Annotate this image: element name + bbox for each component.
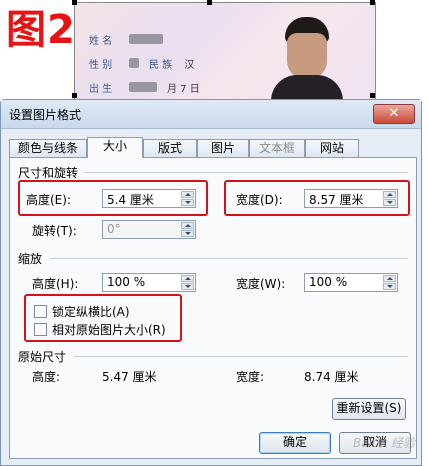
spin-down-icon[interactable] [383,283,396,290]
scale-height-spin-arrows[interactable] [181,275,194,290]
tab-colors-lines[interactable]: 颜色与线条 [9,139,87,157]
section-divider [50,258,408,259]
scale-width-spin-arrows[interactable] [383,275,396,290]
figure-label: 图2 [6,7,76,53]
card-gender-row: 性 别 民 族 汉 [89,55,200,71]
card-name-label: 姓 名 [89,35,113,47]
card-ethnicity-label: 民 族 [149,59,173,71]
rotate-value: 0° [107,222,121,236]
original-height-value: 5.47 厘米 [102,370,157,384]
rotate-label: 旋转(T): [32,224,77,238]
spin-down-icon [181,230,194,237]
spin-down-icon[interactable] [181,283,194,290]
scale-height-spinner[interactable]: 100 % [102,273,196,292]
rotate-spinner: 0° [102,220,196,239]
tab-textbox: 文本框 [249,139,305,157]
rotate-spin-arrows [181,222,194,237]
resize-handle-bottom-left[interactable] [72,93,77,98]
original-width-label: 宽度: [236,370,265,384]
id-card-image[interactable]: 姓 名 性 别 民 族 汉 出 生 月 7 日 [74,2,376,100]
portrait-photo [267,15,347,99]
original-width-value: 8.74 厘米 [304,370,359,384]
card-gender-label: 性 别 [89,59,113,71]
dialog-titlebar[interactable]: 设置图片格式 ✕ [1,100,421,129]
size-tab-panel: 尺寸和旋转 高度(E): 5.4 厘米 宽度(D): 8.57 厘米 旋转(T)… [9,157,417,459]
close-button[interactable]: ✕ [373,104,415,124]
photo-area: 图2 姓 名 性 别 民 族 汉 出 生 月 7 日 [0,0,428,100]
card-birth-blurred [129,82,157,92]
section-divider [74,356,408,357]
scale-width-label: 宽度(W): [236,277,286,291]
scale-height-label: 高度(H): [32,277,79,291]
original-height-label: 高度: [32,370,61,384]
resize-handle-top-right[interactable] [370,0,375,5]
tab-size[interactable]: 大小 [87,137,143,158]
card-name-row: 姓 名 [89,31,163,47]
scale-width-spinner[interactable]: 100 % [304,273,398,292]
format-picture-dialog: 设置图片格式 ✕ 颜色与线条 大小 版式 图片 文本框 网站 尺寸和旋转 高度(… [0,99,422,466]
spin-up-icon [181,222,194,229]
tab-website[interactable]: 网站 [305,139,359,157]
section-divider [84,172,408,173]
scale-height-value: 100 % [107,275,146,289]
highlight-checkbox-box [24,294,182,342]
highlight-height-box [18,180,208,216]
card-birth-value: 月 7 日 [167,83,200,95]
card-birth-row: 出 生 月 7 日 [89,79,206,95]
scale-width-value: 100 % [309,275,348,289]
tab-layout[interactable]: 版式 [143,139,197,157]
close-icon: ✕ [388,106,400,121]
spin-up-icon[interactable] [383,275,396,282]
resize-handle-bottom-right[interactable] [370,93,375,98]
scale-section-title: 缩放 [18,252,43,266]
resize-handle-top-center[interactable] [207,0,212,5]
ok-button[interactable]: 确定 [259,432,331,454]
dialog-title: 设置图片格式 [9,108,82,122]
card-birth-label: 出 生 [89,83,113,95]
card-ethnicity-value: 汉 [184,59,195,71]
reset-button[interactable]: 重新设置(S) [332,398,406,420]
original-size-section-title: 原始尺寸 [18,350,67,364]
spin-up-icon[interactable] [181,275,194,282]
card-name-blurred [129,34,163,44]
resize-handle-top-left[interactable] [72,0,77,5]
tab-picture[interactable]: 图片 [197,139,249,157]
watermark: Baidu 经验 [353,436,415,450]
highlight-width-box [224,180,410,216]
size-rotate-section-title: 尺寸和旋转 [18,166,79,180]
card-gender-blurred [129,58,139,68]
